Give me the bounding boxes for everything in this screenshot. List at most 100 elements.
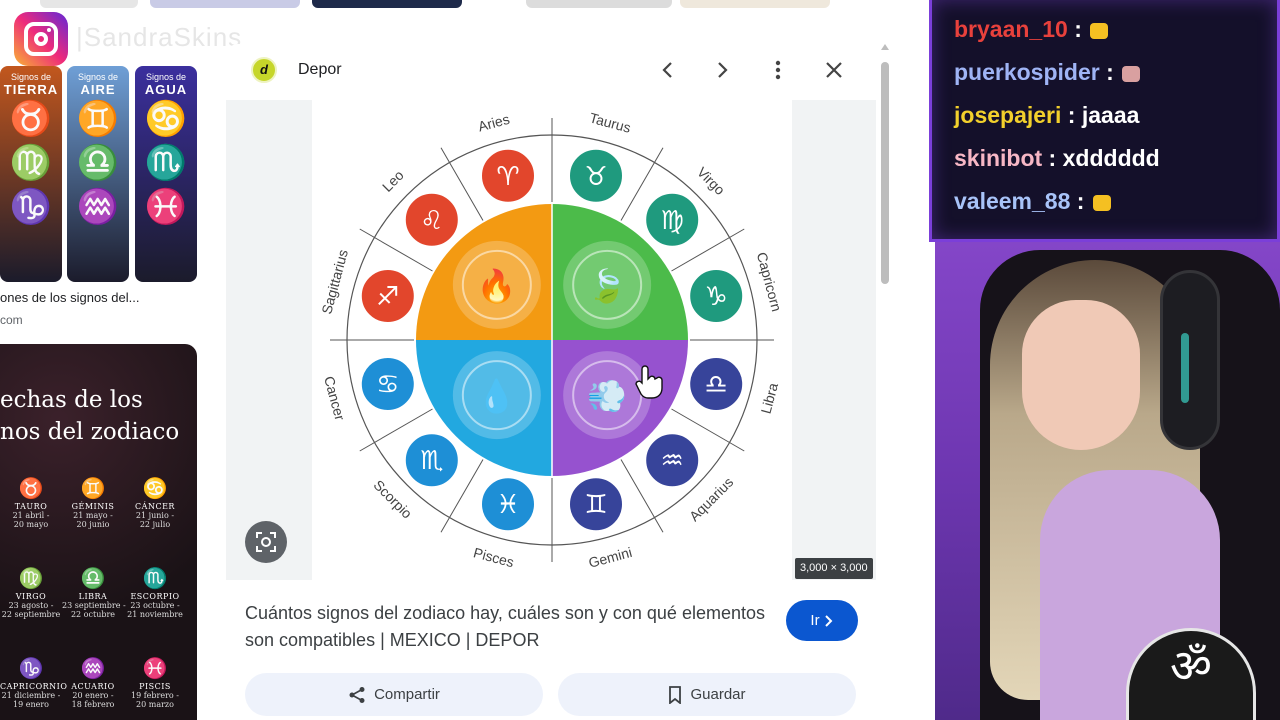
chat-message: puerkospider : bbox=[954, 59, 1141, 86]
sign-name: ESCORPIO bbox=[130, 592, 180, 601]
sign-symbol: ♓ bbox=[496, 490, 519, 520]
scroll-up-arrow[interactable] bbox=[881, 44, 889, 50]
lens-button[interactable] bbox=[245, 521, 287, 563]
thumbnail-strip-1[interactable] bbox=[40, 0, 138, 8]
zodiac-date-item: ♏ ESCORPIO 23 octubre - 21 noviembre bbox=[124, 566, 186, 619]
preview-title[interactable]: Cuántos signos del zodiaco hay, cuáles s… bbox=[245, 600, 765, 654]
earth-signs-column: Signos de TIERRA ♉ ♍ ♑ bbox=[0, 66, 62, 282]
sign-symbol: ♋ bbox=[376, 370, 399, 400]
source-name[interactable]: Depor bbox=[298, 61, 342, 79]
zodiac-symbol: ♋ bbox=[144, 100, 188, 138]
thumbnail-strip-4[interactable] bbox=[526, 0, 672, 8]
scrollbar-thumb[interactable] bbox=[881, 62, 889, 284]
sign-symbol: ♍ bbox=[661, 206, 684, 236]
chat-message: bryaan_10 : bbox=[954, 16, 1109, 43]
source-favicon[interactable]: d bbox=[251, 57, 277, 83]
earth-element-icon: 🍃 bbox=[587, 267, 627, 304]
column-header-small: Signos de bbox=[10, 72, 52, 82]
sign-symbol: ♎ bbox=[705, 370, 728, 400]
next-button[interactable] bbox=[709, 56, 737, 84]
result-title[interactable]: ones de los signos del... bbox=[0, 290, 139, 305]
sign-label: Leo bbox=[379, 167, 407, 195]
zodiac-symbol: ♑ bbox=[18, 658, 44, 680]
water-element-icon: 💧 bbox=[477, 378, 517, 414]
zodiac-date-item: ♒ ACUARIO 20 enero - 18 febrero bbox=[62, 656, 124, 709]
headset bbox=[1160, 270, 1220, 450]
more-options-button[interactable] bbox=[764, 56, 792, 84]
visit-label: Ir bbox=[810, 612, 820, 629]
sign-symbol: ♌ bbox=[420, 206, 443, 236]
sign-label: Pisces bbox=[472, 544, 516, 570]
chat-text: xdddddd bbox=[1062, 145, 1160, 171]
air-element-icon: 💨 bbox=[587, 378, 627, 414]
visit-button[interactable]: Ir bbox=[786, 600, 858, 641]
sign-symbol: ♊ bbox=[584, 490, 607, 520]
sign-dates: 21 junio - 22 julio bbox=[135, 511, 175, 529]
zodiac-date-item: ♎ LIBRA 23 septiembre - 22 octubre bbox=[62, 566, 126, 619]
column-header-small: Signos de bbox=[77, 72, 119, 82]
thumbnail-strip-2[interactable] bbox=[150, 0, 300, 8]
sign-dates: 21 abril - 20 mayo bbox=[12, 511, 50, 529]
chevron-right-icon bbox=[718, 62, 728, 78]
zodiac-date-item: ♓ PISCIS 19 febrero - 20 marzo bbox=[124, 656, 186, 709]
sign-label: Aquarius bbox=[686, 474, 736, 524]
sign-name: TAURO bbox=[14, 502, 48, 511]
air-signs-column: Signos de AIRE ♊ ♎ ♒ bbox=[67, 66, 129, 282]
zodiac-symbol: ♊ bbox=[76, 100, 120, 138]
chat-message: skinibot : xdddddd bbox=[954, 145, 1160, 172]
close-icon bbox=[826, 62, 842, 78]
save-label: Guardar bbox=[690, 686, 746, 703]
zodiac-date-item: ♋ CÁNCER 21 junio - 22 julio bbox=[124, 476, 186, 529]
sign-name: LIBRA bbox=[78, 592, 108, 601]
sign-label: Virgo bbox=[694, 164, 728, 198]
chevron-left-icon bbox=[662, 62, 672, 78]
column-header: AIRE bbox=[80, 82, 116, 97]
sign-name: CÁNCER bbox=[135, 502, 175, 511]
thumbnail-strip-5[interactable] bbox=[680, 0, 830, 8]
chat-username: josepajeri bbox=[954, 102, 1062, 128]
chat-message: valeem_88 : bbox=[954, 188, 1111, 215]
image-dimensions: 3,000 × 3,000 bbox=[795, 558, 873, 579]
chat-username: puerkospider bbox=[954, 59, 1100, 85]
sign-symbol: ♈ bbox=[496, 162, 519, 192]
instagram-icon bbox=[14, 12, 68, 66]
zodiac-wheel: 🔥 🍃 💨 💧 ♈ Aries ♉ Taurus ♍ Virgo ♑ Capricorn ♎ Libra ♒… bbox=[318, 110, 785, 571]
sign-name: PISCIS bbox=[139, 682, 171, 691]
sign-label: Sagittarius bbox=[318, 248, 351, 316]
sign-dates: 23 octubre - 21 noviembre bbox=[127, 601, 183, 619]
zodiac-date-item: ♑ CAPRICORNIO 21 diciembre - 19 enero bbox=[0, 656, 68, 709]
sign-symbol: ♉ bbox=[584, 162, 607, 192]
sign-dates: 23 septiembre - 22 octubre bbox=[62, 601, 126, 619]
share-button[interactable]: Compartir bbox=[245, 673, 543, 716]
sign-label: Gemini bbox=[587, 544, 634, 571]
zodiac-date-item: ♊ GÉMINIS 21 mayo - 20 junio bbox=[62, 476, 124, 529]
sign-dates: 20 enero - 18 febrero bbox=[71, 691, 115, 709]
sign-name: ACUARIO bbox=[71, 682, 115, 691]
sign-label: Cancer bbox=[321, 374, 348, 422]
sign-symbol: ♐ bbox=[376, 282, 399, 312]
close-button[interactable] bbox=[820, 56, 848, 84]
zodiac-symbol: ♉ bbox=[9, 100, 53, 138]
screen: { "watermark": { "handle": "|SandraSkins… bbox=[0, 0, 1280, 720]
sign-dates: 21 diciembre - 19 enero bbox=[1, 691, 61, 709]
zodiac-symbol: ♊ bbox=[80, 478, 106, 500]
dates-card-title: echas de los nos del zodiaco bbox=[0, 387, 180, 445]
thumbnail-strip-3[interactable] bbox=[312, 0, 462, 8]
chevron-right-icon bbox=[824, 614, 832, 627]
sign-label: Aries bbox=[476, 111, 511, 135]
zodiac-symbol: ♎ bbox=[76, 144, 120, 182]
zodiac-date-item: ♉ TAURO 21 abril - 20 mayo bbox=[0, 476, 62, 529]
result-thumbnail-elements[interactable]: Signos de TIERRA ♉ ♍ ♑ Signos de AIRE ♊ … bbox=[0, 66, 197, 282]
zodiac-symbol: ♏ bbox=[144, 144, 188, 182]
streamer-handle: |SandraSkins bbox=[76, 22, 243, 52]
sign-dates: 21 mayo - 20 junio bbox=[73, 511, 113, 529]
save-button[interactable]: Guardar bbox=[558, 673, 856, 716]
chat-message: josepajeri : jaaaa bbox=[954, 102, 1139, 129]
result-thumbnail-dates[interactable]: echas de los nos del zodiaco ♉ TAURO 21 ab… bbox=[0, 344, 197, 720]
bookmark-icon bbox=[669, 685, 682, 704]
streamer-face bbox=[1022, 300, 1140, 450]
prev-button[interactable] bbox=[653, 56, 681, 84]
column-header: AGUA bbox=[144, 82, 188, 97]
column-header: TIERRA bbox=[3, 82, 59, 97]
sign-name: CAPRICORNIO bbox=[0, 682, 68, 691]
